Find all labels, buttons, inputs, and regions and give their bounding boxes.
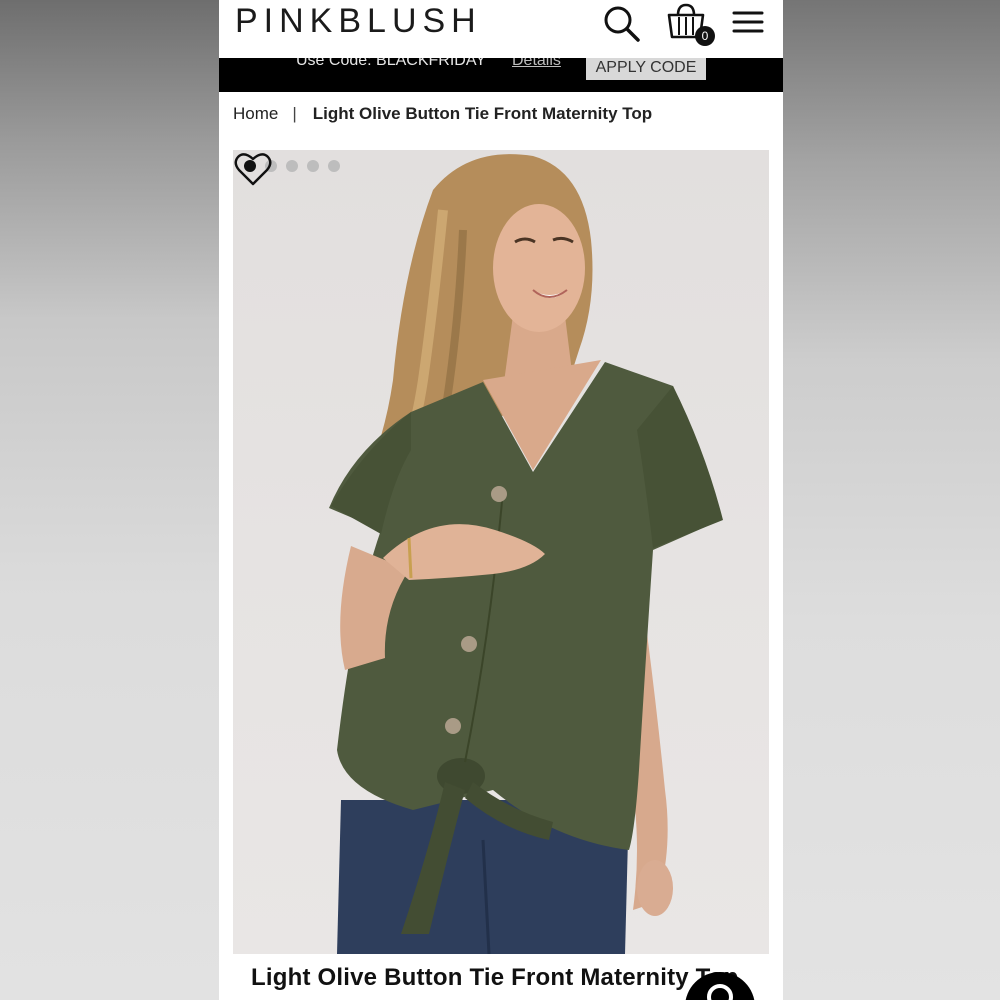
gallery-dot-5[interactable] <box>328 160 340 172</box>
left-blur-background <box>0 0 219 1000</box>
hamburger-menu-icon[interactable] <box>731 5 765 39</box>
breadcrumb-home-link[interactable]: Home <box>233 104 278 124</box>
product-image-gallery[interactable] <box>233 150 769 954</box>
product-title: Light Olive Button Tie Front Maternity T… <box>251 964 739 991</box>
breadcrumb: Home | Light Olive Button Tie Front Mate… <box>233 104 652 124</box>
search-icon[interactable] <box>601 3 641 43</box>
mobile-page: PINKBLUSH 0 Use Code: BLACKFRIDAY Detail… <box>219 0 783 1000</box>
apply-code-button[interactable]: APPLY CODE <box>586 58 706 80</box>
breadcrumb-current: Light Olive Button Tie Front Maternity T… <box>312 104 653 123</box>
breadcrumb-separator: | <box>292 104 297 123</box>
promo-details-link[interactable]: Details <box>512 58 561 70</box>
promo-banner: Use Code: BLACKFRIDAY Details APPLY CODE <box>219 58 783 92</box>
heart-outline-icon[interactable] <box>233 150 273 188</box>
brand-logo[interactable]: PINKBLUSH <box>235 2 482 41</box>
site-header: PINKBLUSH 0 <box>219 0 783 58</box>
promo-code-text: Use Code: BLACKFRIDAY <box>296 58 486 69</box>
gallery-dot-4[interactable] <box>307 160 319 172</box>
chat-icon <box>707 984 733 1000</box>
right-blur-background <box>783 0 1000 1000</box>
cart-count-badge: 0 <box>695 26 715 46</box>
product-photo <box>329 154 723 954</box>
gallery-dot-3[interactable] <box>286 160 298 172</box>
